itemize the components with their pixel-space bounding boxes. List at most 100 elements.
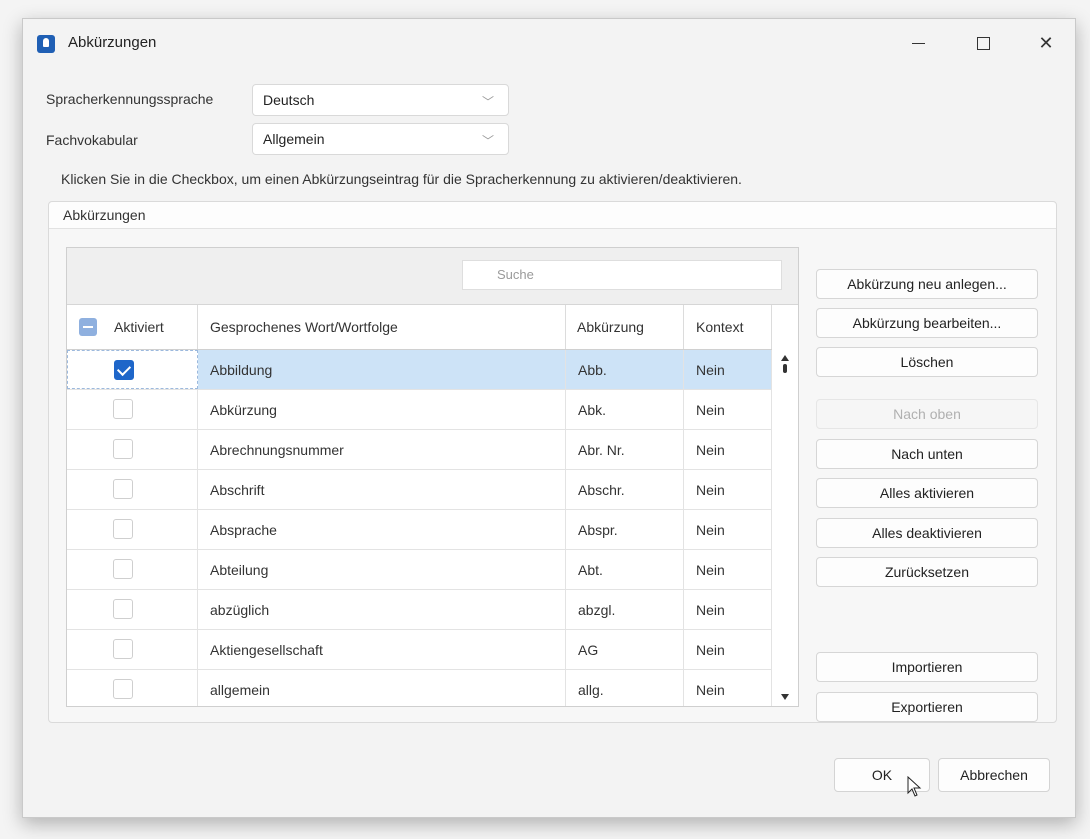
table-row[interactable]: Aktiengesellschaft AG Nein [67,630,772,670]
move-down-button[interactable]: Nach unten [816,439,1038,469]
cell-context: Nein [684,430,772,469]
cell-word: Abrechnungsnummer [198,430,566,469]
cell-context: Nein [684,630,772,669]
cell-active [67,350,198,389]
scroll-up-icon[interactable] [781,355,789,361]
instruction-text: Klicken Sie in die Checkbox, um einen Ab… [61,171,742,187]
app-icon [37,35,55,53]
row-checkbox[interactable] [113,599,133,619]
search-bar: Suche [67,248,798,305]
table-row[interactable]: Abschrift Abschr. Nein [67,470,772,510]
table-row[interactable]: abzüglich abzgl. Nein [67,590,772,630]
table-body: Abbildung Abb. Nein Abkürzung Abk. Nein Abrech… [67,350,772,706]
column-header-active[interactable]: Aktiviert [67,305,198,349]
row-checkbox[interactable] [113,679,133,699]
cell-word: allgemein [198,670,566,706]
cell-abbreviation: Abt. [566,550,684,589]
close-button[interactable]: ✕ [1023,27,1069,59]
window-title: Abkürzungen [68,34,157,51]
vertical-scrollbar[interactable] [773,350,798,706]
move-up-button[interactable]: Nach oben [816,399,1038,429]
cell-abbreviation: allg. [566,670,684,706]
cell-abbreviation: Abschr. [566,470,684,509]
group-header: Abkürzungen [49,202,1056,229]
scroll-down-icon[interactable] [781,694,789,700]
language-select[interactable]: Deutsch ﹀ [252,84,509,116]
table-row[interactable]: Abkürzung Abk. Nein [67,390,772,430]
cell-active [67,670,198,706]
new-abbreviation-button[interactable]: Abkürzung neu anlegen... [816,269,1038,299]
title-bar: Abkürzungen ✕ [23,19,1075,67]
cell-abbreviation: AG [566,630,684,669]
table-row[interactable]: Abbildung Abb. Nein [67,350,772,390]
chevron-down-icon: ﹀ [481,95,494,109]
cancel-button[interactable]: Abbrechen [938,758,1050,792]
cell-word: Abbildung [198,350,566,389]
disable-all-button[interactable]: Alles deaktivieren [816,518,1038,548]
cell-word: Abkürzung [198,390,566,429]
cell-abbreviation: Abspr. [566,510,684,549]
import-button[interactable]: Importieren [816,652,1038,682]
row-checkbox[interactable] [114,360,134,380]
enable-all-button[interactable]: Alles aktivieren [816,478,1038,508]
row-checkbox[interactable] [113,559,133,579]
language-label: Spracherkennungssprache [46,91,214,107]
language-value: Deutsch [263,92,315,108]
table-row[interactable]: allgemein allg. Nein [67,670,772,706]
table-row[interactable]: Abrechnungsnummer Abr. Nr. Nein [67,430,772,470]
column-header-context[interactable]: Kontext [684,305,772,349]
delete-button[interactable]: Löschen [816,347,1038,377]
abbreviations-group: Abkürzungen Suche Aktiviert Gesprochenes… [48,201,1057,723]
cell-word: Abschrift [198,470,566,509]
abbreviations-table: Suche Aktiviert Gesprochenes Wort/Wortfo… [66,247,799,707]
column-header-abbreviation[interactable]: Abkürzung [566,305,684,349]
table-row[interactable]: Absprache Abspr. Nein [67,510,772,550]
cell-context: Nein [684,390,772,429]
scroll-thumb[interactable] [783,364,787,373]
reset-button[interactable]: Zurücksetzen [816,557,1038,587]
cell-active [67,630,198,669]
cell-abbreviation: Abk. [566,390,684,429]
cell-active [67,470,198,509]
mouse-cursor-icon [907,776,922,797]
cell-active [67,430,198,469]
row-checkbox[interactable] [113,399,133,419]
cell-context: Nein [684,510,772,549]
maximize-icon [976,36,990,50]
chevron-down-icon: ﹀ [481,134,494,148]
abbreviations-dialog: Abkürzungen ✕ Spracherkennungssprache De… [22,18,1076,818]
cell-context: Nein [684,590,772,629]
cell-context: Nein [684,670,772,706]
select-all-checkbox[interactable] [79,318,97,336]
cell-context: Nein [684,350,772,389]
cell-word: Abteilung [198,550,566,589]
cell-active [67,510,198,549]
vocab-value: Allgemein [263,131,325,147]
cell-abbreviation: abzgl. [566,590,684,629]
row-checkbox[interactable] [113,519,133,539]
table-header: Aktiviert Gesprochenes Wort/Wortfolge Ab… [67,305,772,350]
row-checkbox[interactable] [113,639,133,659]
group-title: Abkürzungen [63,207,146,223]
edit-abbreviation-button[interactable]: Abkürzung bearbeiten... [816,308,1038,338]
row-checkbox[interactable] [113,479,133,499]
row-checkbox[interactable] [113,439,133,459]
cell-word: Absprache [198,510,566,549]
cell-word: Aktiengesellschaft [198,630,566,669]
close-icon: ✕ [1038,32,1054,53]
cell-active [67,590,198,629]
export-button[interactable]: Exportieren [816,692,1038,722]
table-row[interactable]: Abteilung Abt. Nein [67,550,772,590]
search-input[interactable]: Suche [462,260,782,290]
vocab-label: Fachvokabular [46,132,138,148]
cell-active [67,390,198,429]
cell-abbreviation: Abr. Nr. [566,430,684,469]
cell-abbreviation: Abb. [566,350,684,389]
minimize-icon [911,42,925,44]
minimize-button[interactable] [895,27,941,59]
vocab-select[interactable]: Allgemein ﹀ [252,123,509,155]
cell-context: Nein [684,550,772,589]
column-header-word[interactable]: Gesprochenes Wort/Wortfolge [198,305,566,349]
maximize-button[interactable] [960,27,1006,59]
cell-word: abzüglich [198,590,566,629]
